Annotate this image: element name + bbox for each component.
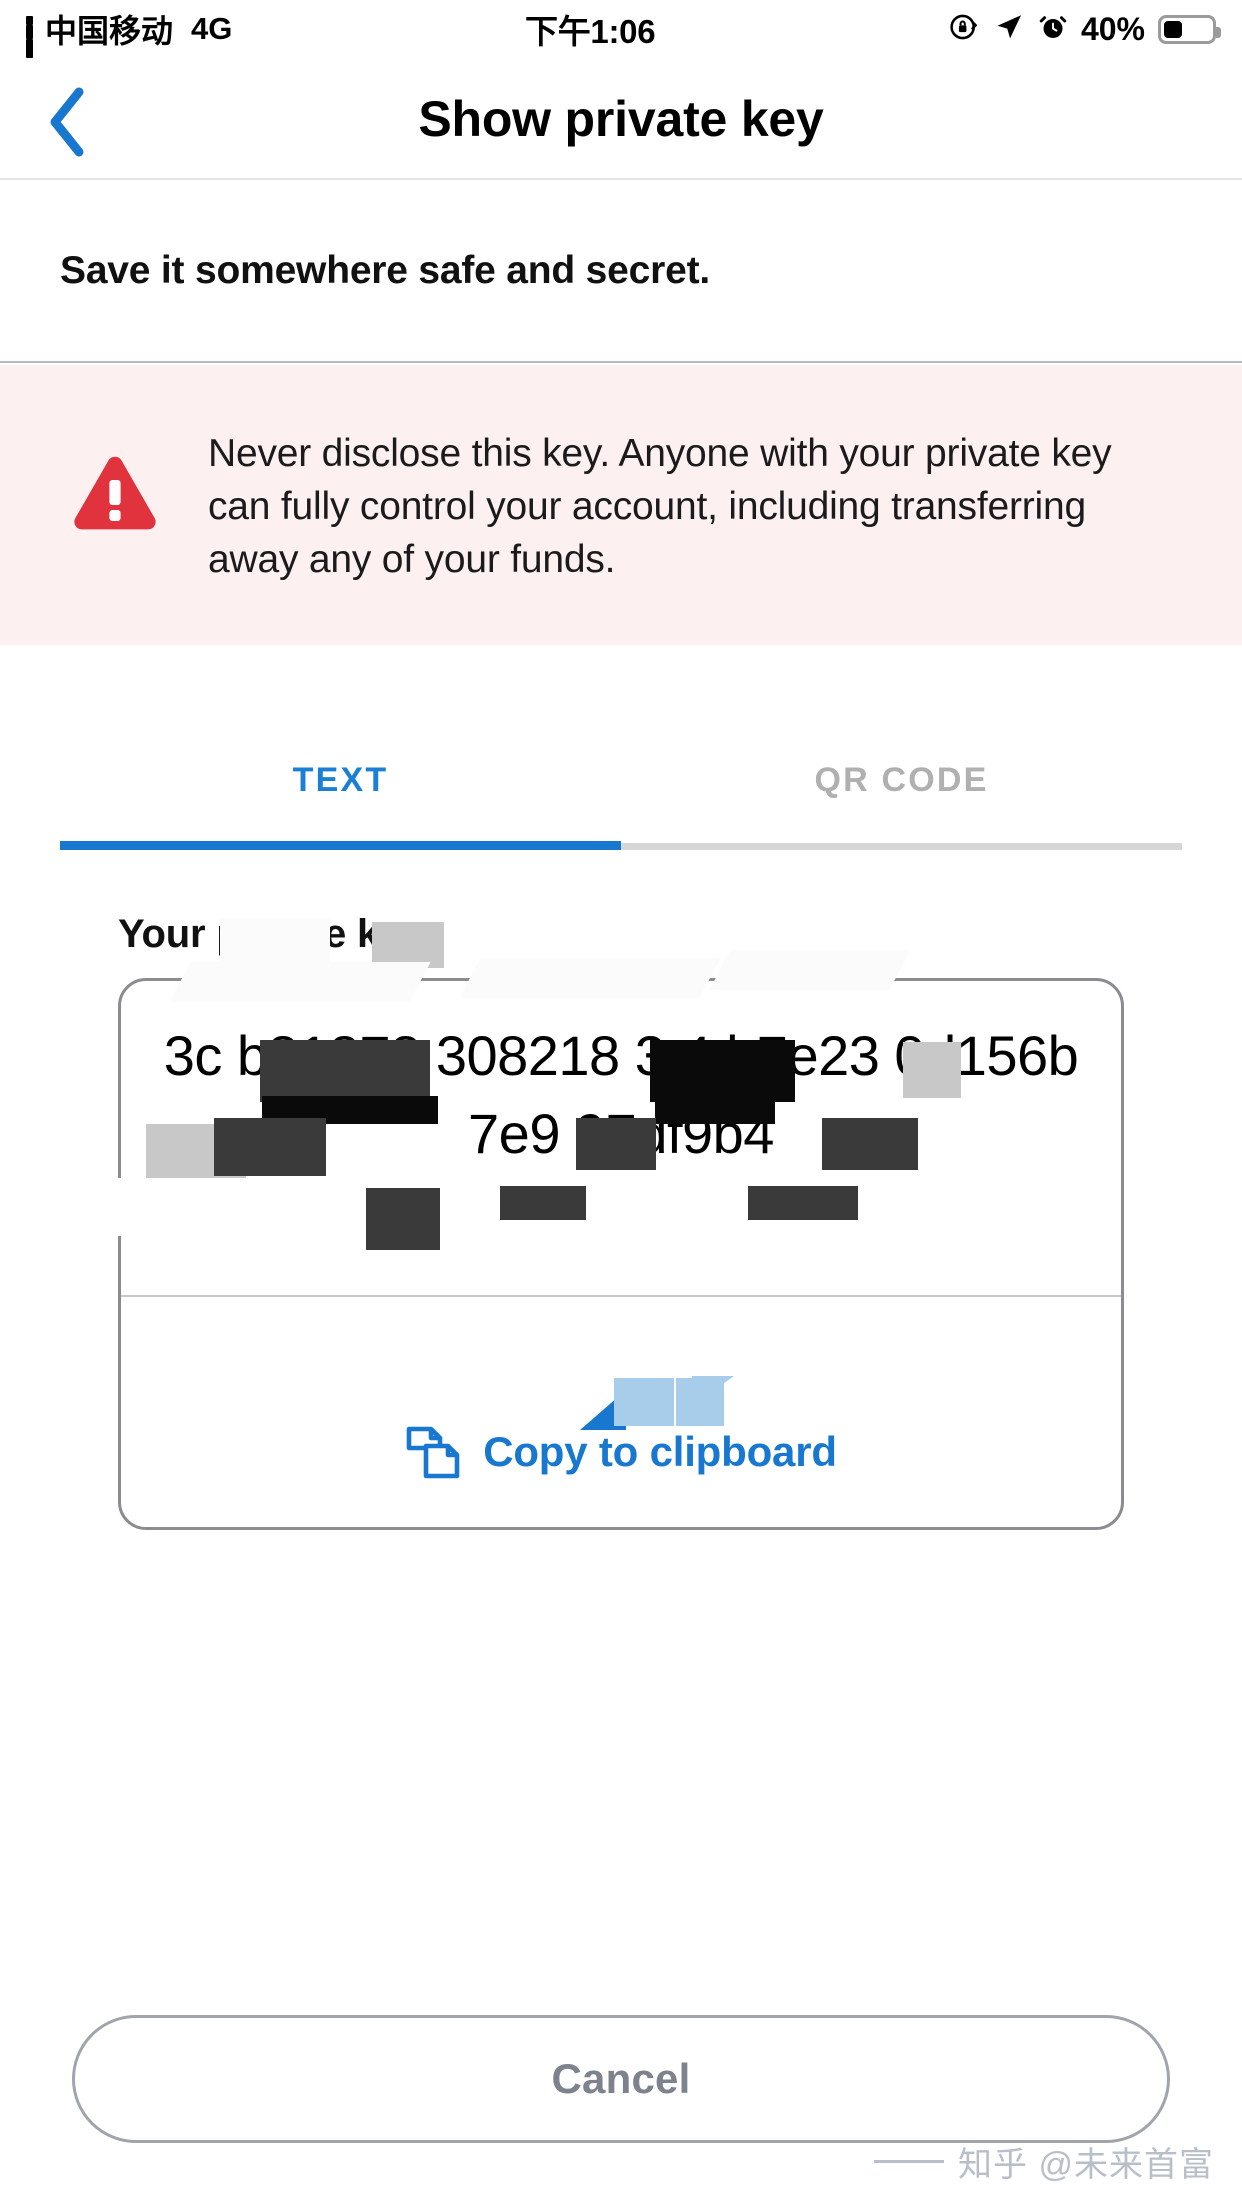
- copy-pages-icon: [406, 1426, 460, 1479]
- warning-triangle-icon: [74, 456, 156, 530]
- cancel-button-label: Cancel: [551, 2055, 691, 2102]
- alarm-clock-icon: [1038, 12, 1068, 47]
- private-key-value: 3c b81878 308218 3 4 b7e23 0d156b 7e9 97…: [163, 1024, 1079, 1165]
- copy-to-clipboard-button[interactable]: Copy to clipboard: [121, 1423, 1121, 1481]
- watermark-line: [874, 2160, 945, 2163]
- status-bar-left: 中国移动 4G: [26, 6, 233, 83]
- page-title: Show private key: [418, 91, 824, 147]
- battery-percent-label: 40%: [1080, 10, 1145, 47]
- network-type: 4G: [191, 11, 233, 46]
- status-bar-clock: 下午1:06: [525, 13, 656, 50]
- navigation-bar: Show private key: [0, 58, 1242, 180]
- cancel-button[interactable]: Cancel: [72, 2015, 1170, 2143]
- tab-text-underline: [60, 841, 621, 850]
- watermark: 知乎 @未来首富: [874, 2137, 1214, 2186]
- status-bar: 中国移动 4G 下午1:06 40%: [0, 0, 1242, 83]
- rotation-lock-icon: [948, 11, 980, 48]
- card-divider: [121, 1295, 1121, 1297]
- tab-qr-code-label: QR CODE: [814, 761, 989, 799]
- private-key-card: 3c b81878 308218 3 4 b7e23 0d156b 7e9 97…: [118, 978, 1124, 1530]
- warning-text: Never disclose this key. Anyone with you…: [208, 432, 1112, 581]
- status-bar-center: 下午1:06: [232, 5, 948, 53]
- tab-qr-code-underline: [621, 843, 1182, 850]
- warning-banner: Never disclose this key. Anyone with you…: [0, 365, 1242, 645]
- carrier-name: 中国移动: [45, 13, 174, 49]
- tab-text[interactable]: TEXT: [60, 700, 621, 850]
- phone-screen: 中国移动 4G 下午1:06 40% Show private key Save…: [0, 0, 1242, 2208]
- warning-icon-wrap: [60, 427, 170, 539]
- tab-bar: TEXT QR CODE: [0, 700, 1242, 850]
- signal-bars-icon: [26, 16, 33, 83]
- battery-icon: [1158, 14, 1221, 44]
- tab-text-label: TEXT: [292, 761, 389, 799]
- private-key-label: Your private key: [118, 912, 424, 956]
- location-arrow-icon: [993, 11, 1025, 48]
- subtitle-text: Save it somewhere safe and secret.: [60, 248, 711, 292]
- watermark-text: 知乎 @未来首富: [958, 2146, 1214, 2184]
- tab-qr-code[interactable]: QR CODE: [621, 700, 1182, 850]
- status-bar-right: 40%: [948, 10, 1221, 48]
- copy-button-label: Copy to clipboard: [483, 1428, 837, 1475]
- subtitle-row: Save it somewhere safe and secret.: [0, 180, 1242, 363]
